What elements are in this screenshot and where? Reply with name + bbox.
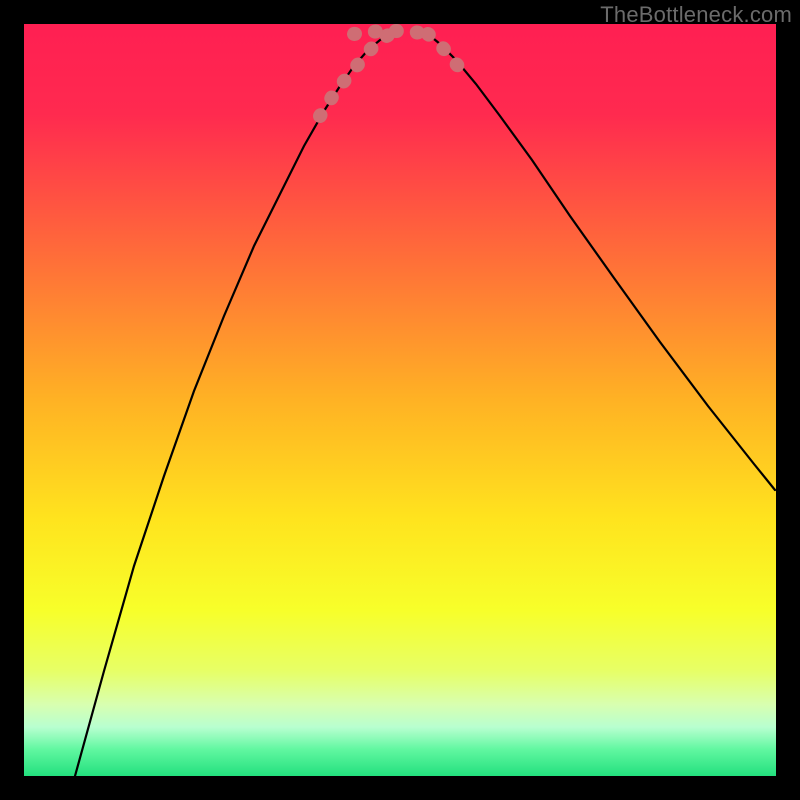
curve-right — [428, 34, 775, 490]
outer-frame: TheBottleneck.com — [0, 0, 800, 800]
highlight-bottom-flat — [354, 31, 428, 34]
curve-left — [75, 34, 390, 776]
curve-layer — [24, 24, 776, 776]
watermark-text: TheBottleneck.com — [600, 2, 792, 28]
highlight-right-rise — [428, 34, 468, 80]
plot-area — [24, 24, 776, 776]
highlight-left-drop — [320, 34, 390, 116]
